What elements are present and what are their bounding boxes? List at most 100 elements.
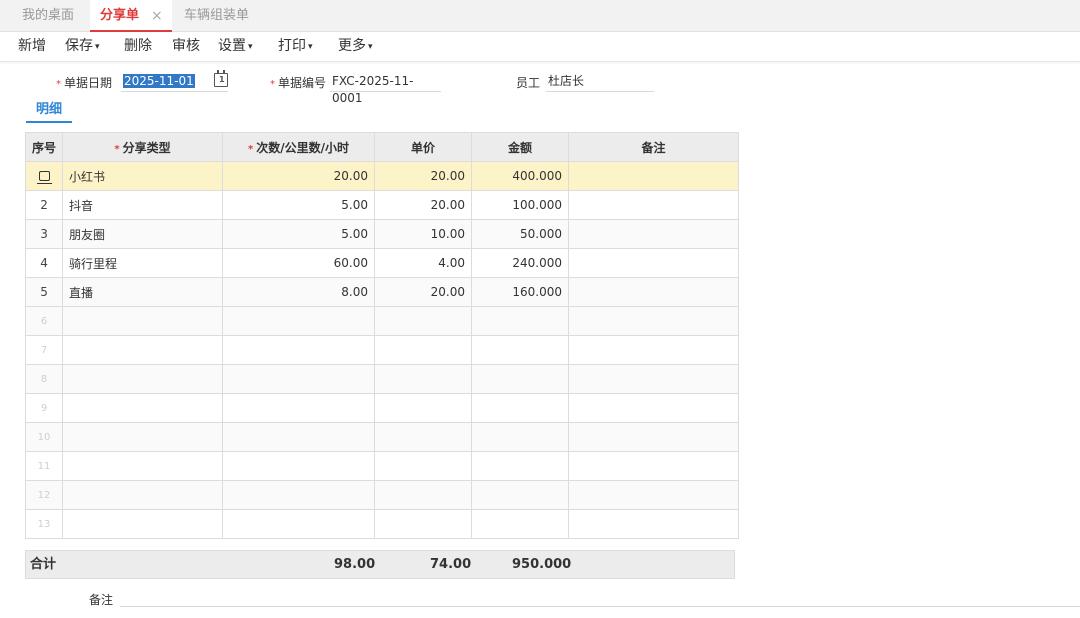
cell-note[interactable] (568, 451, 740, 481)
table-row-empty[interactable]: 10 (24, 422, 740, 452)
cell-price[interactable] (374, 335, 473, 365)
cell-note[interactable] (568, 306, 740, 336)
doc-no-input[interactable]: FXC-2025-11-0001 (330, 73, 441, 105)
cell-type[interactable] (62, 364, 224, 394)
cell-qty[interactable] (222, 393, 376, 423)
table-row[interactable]: 4 骑行里程 60.00 4.00 240.000 (24, 248, 740, 278)
audit-button[interactable]: 审核 (172, 32, 200, 60)
cell-qty[interactable]: 20.00 (222, 161, 376, 191)
cell-note[interactable] (568, 480, 740, 510)
cell-price[interactable] (374, 306, 473, 336)
cell-amount[interactable]: 50.000 (471, 219, 570, 249)
cell-note[interactable] (568, 393, 740, 423)
cell-type[interactable]: 骑行里程 (62, 248, 224, 278)
row-edit-icon[interactable] (36, 171, 52, 184)
employee-input[interactable]: 杜店长 (546, 73, 654, 92)
cell-amount[interactable]: 240.000 (471, 248, 570, 278)
cell-qty[interactable] (222, 335, 376, 365)
cell-price[interactable] (374, 364, 473, 394)
more-button[interactable]: 更多 ▾ (338, 32, 373, 60)
close-icon[interactable]: × (151, 0, 163, 32)
cell-amount[interactable] (471, 451, 570, 481)
print-button[interactable]: 打印 ▾ (278, 32, 313, 60)
cell-note[interactable] (568, 364, 740, 394)
cell-amount[interactable]: 400.000 (471, 161, 570, 191)
table-row-empty[interactable]: 13 (24, 509, 740, 539)
save-button[interactable]: 保存 ▾ (65, 32, 100, 60)
cell-qty[interactable]: 60.00 (222, 248, 376, 278)
remark-input[interactable] (120, 606, 1080, 607)
table-row-empty[interactable]: 11 (24, 451, 740, 481)
cell-amount[interactable]: 160.000 (471, 277, 570, 307)
cell-price[interactable] (374, 451, 473, 481)
row-index: 7 (24, 335, 64, 365)
cell-note[interactable] (568, 161, 740, 191)
cell-type[interactable]: 抖音 (62, 190, 224, 220)
cell-type[interactable] (62, 306, 224, 336)
settings-button[interactable]: 设置 ▾ (218, 32, 253, 60)
cell-qty[interactable]: 5.00 (222, 190, 376, 220)
cell-price[interactable]: 20.00 (374, 190, 473, 220)
cell-amount[interactable] (471, 509, 570, 539)
cell-price[interactable] (374, 393, 473, 423)
calendar-icon[interactable]: 1 (214, 70, 228, 87)
row-index[interactable] (24, 161, 64, 191)
cell-amount[interactable]: 100.000 (471, 190, 570, 220)
table-row[interactable]: 3 朋友圈 5.00 10.00 50.000 (24, 219, 740, 249)
table-row[interactable]: 2 抖音 5.00 20.00 100.000 (24, 190, 740, 220)
cell-amount[interactable] (471, 480, 570, 510)
cell-amount[interactable] (471, 422, 570, 452)
cell-price[interactable]: 10.00 (374, 219, 473, 249)
cell-price[interactable] (374, 480, 473, 510)
row-index: 13 (24, 509, 64, 539)
cell-qty[interactable] (222, 364, 376, 394)
cell-price[interactable]: 20.00 (374, 161, 473, 191)
cell-note[interactable] (568, 335, 740, 365)
cell-type[interactable]: 直播 (62, 277, 224, 307)
cell-qty[interactable]: 8.00 (222, 277, 376, 307)
cell-type[interactable] (62, 393, 224, 423)
cell-price[interactable] (374, 509, 473, 539)
cell-price[interactable] (374, 422, 473, 452)
cell-note[interactable] (568, 190, 740, 220)
cell-type[interactable] (62, 509, 224, 539)
table-row[interactable]: 5 直播 8.00 20.00 160.000 (24, 277, 740, 307)
table-row-empty[interactable]: 9 (24, 393, 740, 423)
cell-qty[interactable] (222, 509, 376, 539)
cell-type[interactable] (62, 480, 224, 510)
table-row[interactable]: 小红书 20.00 20.00 400.000 (24, 161, 740, 191)
cell-qty[interactable] (222, 306, 376, 336)
tab-share-order[interactable]: 分享单 × (90, 0, 172, 32)
cell-qty[interactable]: 5.00 (222, 219, 376, 249)
cell-type[interactable]: 朋友圈 (62, 219, 224, 249)
table-row-empty[interactable]: 12 (24, 480, 740, 510)
cell-qty[interactable] (222, 422, 376, 452)
cell-qty[interactable] (222, 480, 376, 510)
cell-type[interactable] (62, 422, 224, 452)
add-button[interactable]: 新增 (18, 32, 46, 60)
date-label-text: 单据日期 (64, 76, 113, 90)
table-row-empty[interactable]: 7 (24, 335, 740, 365)
cell-note[interactable] (568, 422, 740, 452)
cell-amount[interactable] (471, 335, 570, 365)
cell-note[interactable] (568, 248, 740, 278)
cell-type[interactable] (62, 335, 224, 365)
tab-my-desktop[interactable]: 我的桌面 (22, 0, 74, 32)
cell-type[interactable]: 小红书 (62, 161, 224, 191)
cell-price[interactable]: 4.00 (374, 248, 473, 278)
cell-note[interactable] (568, 277, 740, 307)
tab-detail[interactable]: 明细 (26, 101, 72, 123)
cell-type[interactable] (62, 451, 224, 481)
cell-qty[interactable] (222, 451, 376, 481)
delete-button[interactable]: 删除 (124, 32, 152, 60)
cell-amount[interactable] (471, 364, 570, 394)
tab-vehicle-assembly[interactable]: 车辆组装单 (184, 0, 249, 32)
cell-note[interactable] (568, 509, 740, 539)
table-row-empty[interactable]: 8 (24, 364, 740, 394)
cell-amount[interactable] (471, 306, 570, 336)
cell-amount[interactable] (471, 393, 570, 423)
cell-price[interactable]: 20.00 (374, 277, 473, 307)
cell-note[interactable] (568, 219, 740, 249)
date-input[interactable]: 2025-11-01 (121, 73, 228, 92)
table-row-empty[interactable]: 6 (24, 306, 740, 336)
